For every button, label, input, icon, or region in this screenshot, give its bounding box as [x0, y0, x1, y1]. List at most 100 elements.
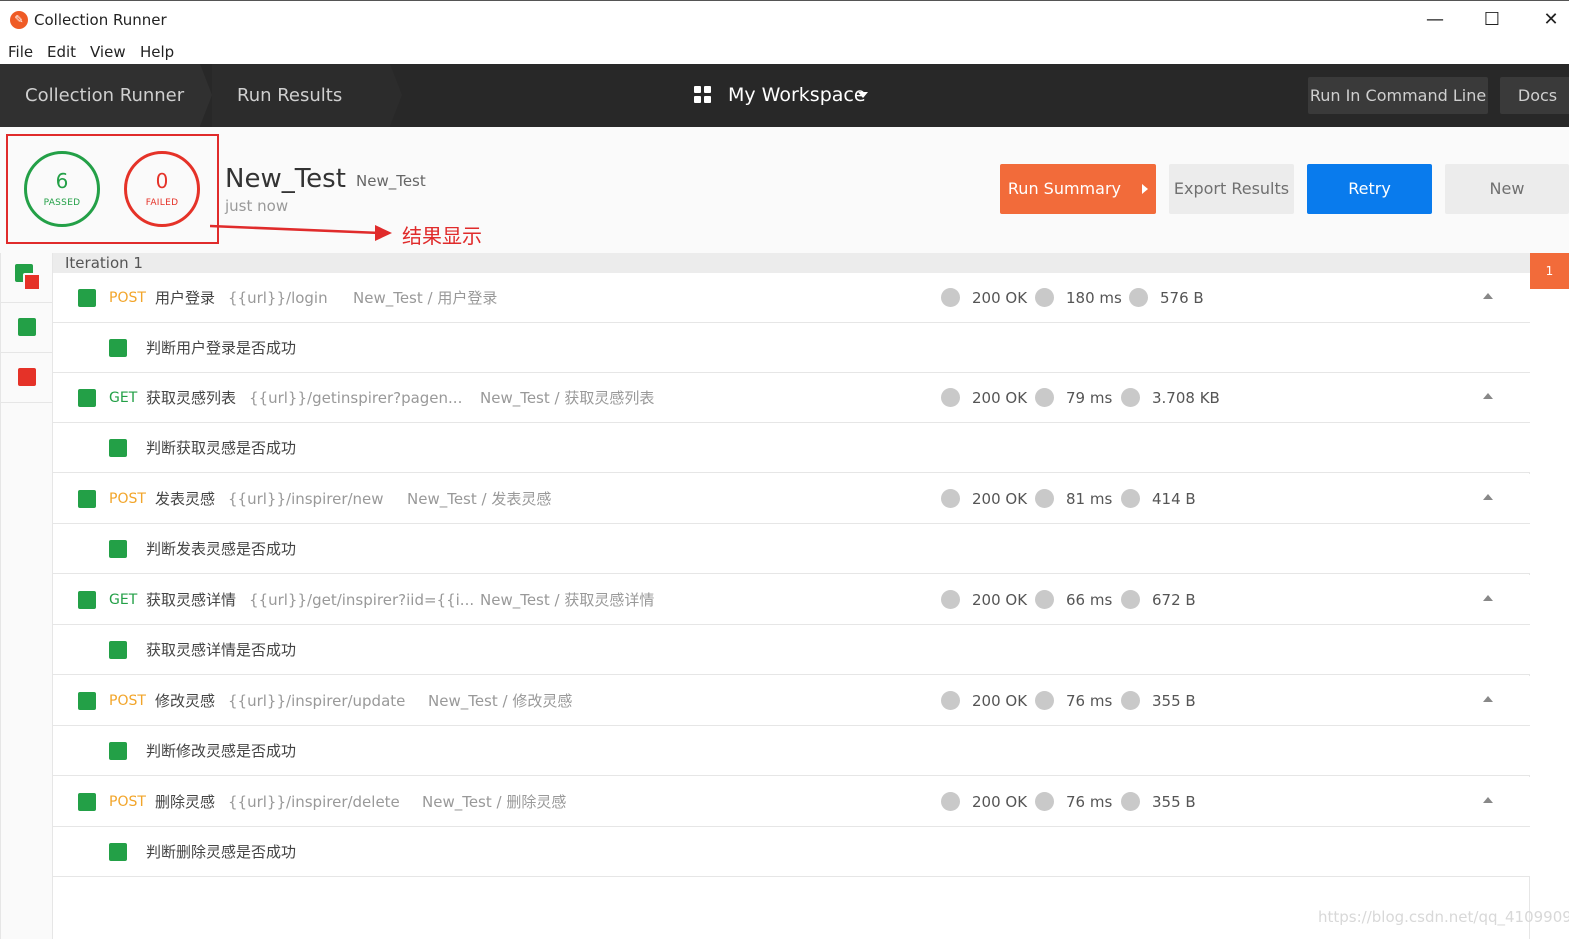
collapse-icon[interactable]	[1483, 293, 1493, 299]
request-name: 获取灵感列表	[146, 389, 237, 407]
title-bar: ✎ Collection Runner — ☐ ✕	[0, 0, 1569, 40]
response-status: 200 OK	[972, 793, 1028, 811]
request-method: POST	[109, 693, 146, 709]
collapse-icon[interactable]	[1483, 797, 1493, 803]
request-row[interactable]: POST 用户登录 {{url}}/login New_Test / 用户登录 …	[53, 273, 1530, 323]
collection-runner-window: ✎ Collection Runner — ☐ ✕ File Edit View…	[0, 0, 1569, 939]
request-path: New_Test / 删除灵感	[422, 793, 567, 811]
size-dot-icon	[1121, 691, 1140, 710]
status-dot-icon	[941, 288, 960, 307]
response-size: 672 B	[1152, 591, 1196, 609]
request-path: New_Test / 用户登录	[353, 289, 498, 307]
export-results-button[interactable]: Export Results	[1169, 164, 1294, 214]
response-time: 76 ms	[1066, 793, 1113, 811]
breadcrumb-collection-runner[interactable]: Collection Runner	[25, 64, 184, 127]
response-size: 414 B	[1152, 490, 1196, 508]
test-row: 判断修改灵感是否成功	[53, 726, 1530, 776]
status-dot-icon	[941, 792, 960, 811]
request-row[interactable]: POST 发表灵感 {{url}}/inspirer/new New_Test …	[53, 474, 1530, 524]
pass-status-icon	[109, 641, 127, 659]
time-dot-icon	[1035, 489, 1054, 508]
watermark: https://blog.csdn.net/qq_41099091	[1318, 908, 1569, 926]
pass-status-icon	[78, 591, 96, 609]
size-dot-icon	[1121, 388, 1140, 407]
response-status: 200 OK	[972, 591, 1028, 609]
test-row: 获取灵感详情是否成功	[53, 625, 1530, 675]
caret-down-icon	[858, 92, 868, 98]
request-name: 删除灵感	[155, 793, 216, 811]
close-button[interactable]: ✕	[1536, 7, 1566, 33]
run-in-command-line-button[interactable]: Run In Command Line	[1308, 77, 1488, 114]
filter-failed[interactable]	[1, 353, 53, 403]
size-dot-icon	[1121, 489, 1140, 508]
collapse-icon[interactable]	[1483, 494, 1493, 500]
run-summary-panel: 6 PASSED 0 FAILED New_Test New_Test just…	[0, 127, 1569, 253]
result-filter-rail	[0, 253, 53, 939]
passed-square-icon	[18, 318, 36, 336]
request-url: {{url}}/inspirer/update	[228, 692, 406, 710]
response-time: 76 ms	[1066, 692, 1113, 710]
status-dot-icon	[941, 388, 960, 407]
size-dot-icon	[1121, 792, 1140, 811]
menu-file[interactable]: File	[8, 43, 33, 61]
menu-view[interactable]: View	[90, 43, 126, 61]
response-status: 200 OK	[972, 289, 1028, 307]
workspace-grid-icon	[694, 86, 712, 104]
failed-square-icon	[23, 273, 41, 291]
request-row[interactable]: POST 修改灵感 {{url}}/inspirer/update New_Te…	[53, 676, 1530, 726]
pass-status-icon	[78, 389, 96, 407]
time-dot-icon	[1035, 288, 1054, 307]
pass-status-icon	[109, 540, 127, 558]
response-status: 200 OK	[972, 490, 1028, 508]
pass-status-icon	[109, 843, 127, 861]
request-row[interactable]: GET 获取灵感详情 {{url}}/get/inspirer?iid={{i.…	[53, 575, 1530, 625]
menu-help[interactable]: Help	[140, 43, 174, 61]
pass-status-icon	[109, 339, 127, 357]
pass-status-icon	[78, 793, 96, 811]
request-path: New_Test / 获取灵感列表	[480, 389, 655, 407]
new-button[interactable]: New	[1445, 164, 1569, 214]
filter-passed[interactable]	[1, 303, 53, 353]
pass-status-icon	[78, 490, 96, 508]
test-name: 判断获取灵感是否成功	[146, 439, 297, 457]
menu-bar: File Edit View Help	[0, 40, 1569, 64]
response-status: 200 OK	[972, 389, 1028, 407]
docs-button[interactable]: Docs	[1500, 77, 1569, 114]
breadcrumb-run-results[interactable]: Run Results	[237, 64, 342, 127]
collection-name: New_Test	[356, 172, 426, 190]
run-name: New_Test	[225, 164, 346, 194]
request-row[interactable]: POST 删除灵感 {{url}}/inspirer/delete New_Te…	[53, 777, 1530, 827]
collapse-icon[interactable]	[1483, 696, 1493, 702]
request-url: {{url}}/getinspirer?pagen...	[249, 389, 463, 407]
request-row[interactable]: GET 获取灵感列表 {{url}}/getinspirer?pagen... …	[53, 373, 1530, 423]
response-size: 355 B	[1152, 692, 1196, 710]
run-summary-button[interactable]: Run Summary	[1000, 164, 1156, 214]
maximize-button[interactable]: ☐	[1477, 7, 1507, 33]
failed-square-icon	[18, 368, 36, 386]
breadcrumb-separator-icon	[390, 64, 402, 126]
minimize-button[interactable]: —	[1420, 7, 1450, 33]
request-name: 获取灵感详情	[146, 591, 237, 609]
pass-status-icon	[78, 692, 96, 710]
request-method: POST	[109, 491, 146, 507]
window-title: Collection Runner	[34, 11, 167, 29]
test-name: 获取灵感详情是否成功	[146, 641, 297, 659]
test-name: 判断用户登录是否成功	[146, 339, 297, 357]
menu-edit[interactable]: Edit	[47, 43, 76, 61]
iteration-label: Iteration 1	[65, 254, 143, 272]
retry-button[interactable]: Retry	[1307, 164, 1432, 214]
filter-all[interactable]	[1, 253, 53, 303]
request-url: {{url}}/get/inspirer?iid={{i...	[249, 591, 475, 609]
time-dot-icon	[1035, 590, 1054, 609]
request-path: New_Test / 发表灵感	[407, 490, 552, 508]
iteration-header: Iteration 1	[53, 253, 1530, 273]
collapse-icon[interactable]	[1483, 393, 1493, 399]
response-time: 81 ms	[1066, 490, 1113, 508]
pass-status-icon	[78, 289, 96, 307]
request-method: POST	[109, 290, 146, 306]
collapse-icon[interactable]	[1483, 595, 1493, 601]
test-row: 判断获取灵感是否成功	[53, 423, 1530, 473]
request-url: {{url}}/inspirer/new	[228, 490, 384, 508]
iteration-tab-1[interactable]: 1	[1530, 253, 1569, 289]
request-url: {{url}}/inspirer/delete	[228, 793, 400, 811]
